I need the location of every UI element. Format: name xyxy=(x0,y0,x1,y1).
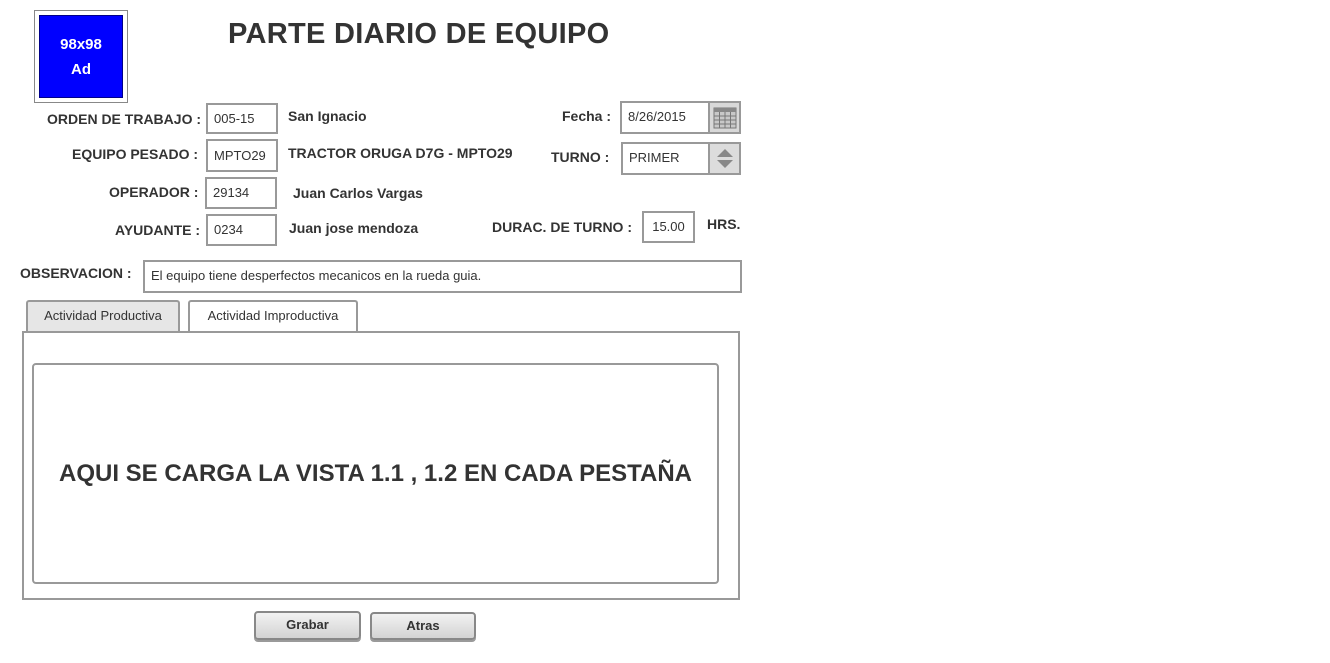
ad-size-label: 98x98 xyxy=(60,35,102,53)
ayudante-input[interactable]: 0234 xyxy=(206,214,277,246)
observacion-input[interactable]: El equipo tiene desperfectos mecanicos e… xyxy=(143,260,742,293)
turno-input[interactable]: PRIMER xyxy=(623,144,708,173)
operador-input[interactable]: 29134 xyxy=(205,177,277,209)
equipo-input[interactable]: MPTO29 xyxy=(206,139,278,172)
ad-box: 98x98 Ad xyxy=(39,15,123,98)
chevron-up-icon[interactable] xyxy=(716,149,733,157)
equipo-description: TRACTOR ORUGA D7G - MPTO29 xyxy=(288,145,513,161)
equipo-label: EQUIPO PESADO : xyxy=(72,146,199,162)
calendar-icon xyxy=(713,107,736,128)
fecha-date-picker[interactable]: 8/26/2015 xyxy=(620,101,741,134)
tab-actividad-productiva[interactable]: Actividad Productiva xyxy=(26,300,180,331)
orden-input[interactable]: 005-15 xyxy=(206,103,278,134)
content-placeholder-text: AQUI SE CARGA LA VISTA 1.1 , 1.2 EN CADA… xyxy=(59,459,692,487)
duracion-input[interactable]: 15.00 xyxy=(642,211,695,243)
turno-stepper[interactable]: PRIMER xyxy=(621,142,741,175)
tab-actividad-improductiva[interactable]: Actividad Improductiva xyxy=(188,300,358,331)
content-view-area: AQUI SE CARGA LA VISTA 1.1 , 1.2 EN CADA… xyxy=(32,363,719,584)
operador-description: Juan Carlos Vargas xyxy=(293,185,423,201)
page-title: PARTE DIARIO DE EQUIPO xyxy=(228,18,610,50)
fecha-label: Fecha : xyxy=(562,108,612,124)
orden-description: San Ignacio xyxy=(288,108,367,124)
ayudante-description: Juan jose mendoza xyxy=(289,220,419,236)
chevron-down-icon[interactable] xyxy=(716,160,733,168)
save-button[interactable]: Grabar xyxy=(254,611,361,640)
turno-spinner[interactable] xyxy=(708,144,739,173)
orden-label: ORDEN DE TRABAJO : xyxy=(47,111,202,127)
duracion-unit: HRS. xyxy=(707,216,741,232)
turno-label: TURNO : xyxy=(551,149,610,165)
ad-label: Ad xyxy=(71,60,91,78)
ad-placeholder: 98x98 Ad xyxy=(34,10,128,103)
ayudante-label: AYUDANTE : xyxy=(115,222,201,238)
observacion-label: OBSERVACION : xyxy=(20,265,132,281)
back-button[interactable]: Atras xyxy=(370,612,476,640)
fecha-input[interactable]: 8/26/2015 xyxy=(622,103,708,132)
calendar-button[interactable] xyxy=(708,103,739,132)
operador-label: OPERADOR : xyxy=(109,184,199,200)
duracion-label: DURAC. DE TURNO : xyxy=(492,219,632,235)
